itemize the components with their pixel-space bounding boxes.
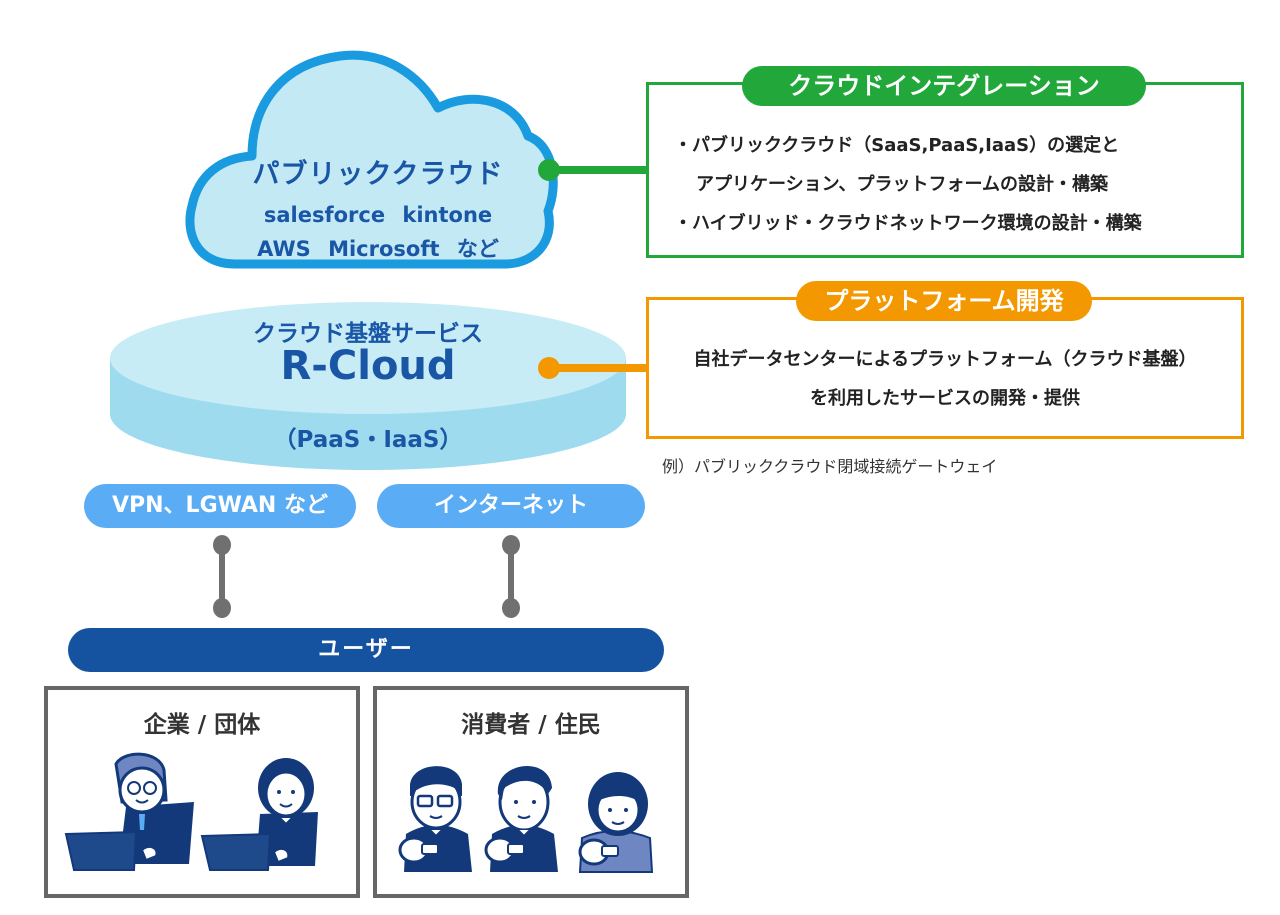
- platform-line-2: を利用したサービスの開発・提供: [810, 388, 1080, 409]
- vpn-connector-line: [219, 545, 225, 605]
- integration-line-2: アプリケーション、プラットフォームの設計・構築: [696, 174, 1109, 195]
- platform-label: プラットフォーム開発: [796, 281, 1092, 321]
- network-pill-vpn: VPN、LGWAN など: [84, 484, 356, 528]
- man-phone-icon: [484, 765, 558, 872]
- rcloud-note: （PaaS・IaaS）: [273, 427, 463, 453]
- internet-connector-line: [508, 545, 514, 605]
- network-pill-internet: インターネット: [377, 484, 645, 528]
- vpn-connector-bottom-dot: [213, 598, 231, 618]
- integration-connector-line: [550, 166, 650, 174]
- integration-line-1: ・パブリッククラウド（SaaS,PaaS,IaaS）の選定と: [674, 135, 1120, 156]
- users-bar: ユーザー: [68, 628, 664, 672]
- integration-line-3: ・ハイブリッド・クラウドネットワーク環境の設計・構築: [674, 213, 1142, 234]
- integration-label: クラウドインテグレーション: [742, 66, 1146, 106]
- platform-example-note: 例）パブリッククラウド閉域接続ゲートウェイ: [662, 457, 998, 476]
- businesswoman-laptop-icon: [200, 758, 318, 871]
- group-consumers-title: 消費者 / 住民: [461, 712, 601, 738]
- public-cloud-services-line1: salesforce kintone: [263, 203, 493, 227]
- businessman-laptop-icon: [64, 752, 194, 871]
- platform-connector-line: [550, 364, 650, 372]
- man-glasses-phone-icon: [398, 766, 472, 872]
- platform-line-1: 自社データセンターによるプラットフォーム（クラウド基盤）: [693, 349, 1197, 370]
- internet-connector-bottom-dot: [502, 598, 520, 618]
- group-companies-title: 企業 / 団体: [143, 712, 261, 738]
- woman-phone-icon: [578, 772, 654, 873]
- public-cloud-services-line2: AWS Microsoft など: [257, 237, 499, 261]
- public-cloud-title: パブリッククラウド: [252, 159, 504, 190]
